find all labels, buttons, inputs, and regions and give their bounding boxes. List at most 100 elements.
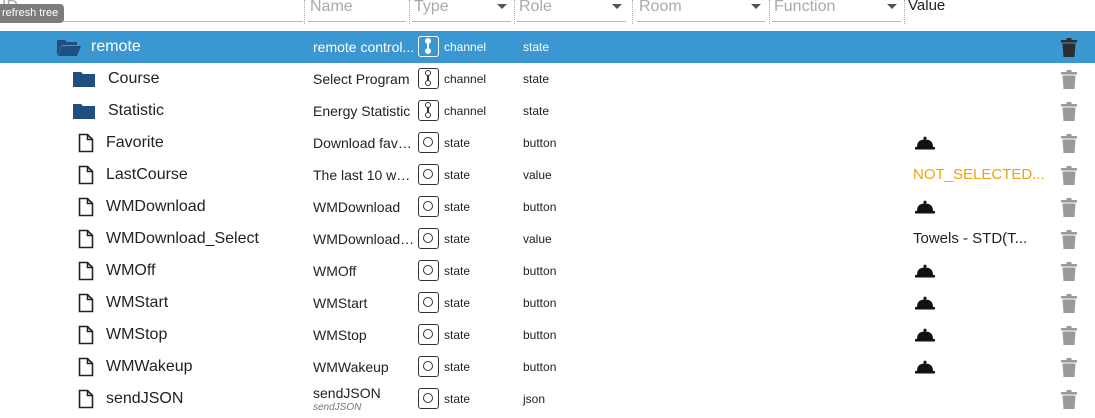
function-filter-placeholder: Function xyxy=(774,0,836,15)
tree-row-wmdownload-select[interactable]: WMDownload_Select WMDownload ... state valu… xyxy=(0,223,1095,255)
row-type: state xyxy=(444,200,471,214)
row-id: WMDownload xyxy=(106,198,206,215)
row-name: remote control... xyxy=(313,39,415,55)
column-divider[interactable] xyxy=(304,0,305,24)
row-id: WMStart xyxy=(106,294,169,311)
column-divider[interactable] xyxy=(769,0,770,24)
state-type-icon xyxy=(418,132,439,153)
row-name: Download favo... xyxy=(313,135,415,151)
type-filter-placeholder: Type xyxy=(414,0,449,15)
role-filter-select[interactable]: Role xyxy=(517,0,626,22)
file-icon[interactable] xyxy=(78,165,94,190)
room-filter-select[interactable]: Room xyxy=(637,0,765,22)
file-icon[interactable] xyxy=(78,389,94,414)
trash-icon[interactable] xyxy=(1061,230,1077,249)
state-type-icon xyxy=(418,260,439,281)
trash-icon[interactable] xyxy=(1061,294,1077,313)
trash-icon[interactable] xyxy=(1061,326,1077,345)
file-icon[interactable] xyxy=(78,261,94,286)
function-filter-select[interactable]: Function xyxy=(772,0,901,22)
row-id: LastCourse xyxy=(106,166,188,183)
row-role: button xyxy=(523,296,557,310)
room-filter-placeholder: Room xyxy=(639,0,682,15)
tree-row-wmstop[interactable]: WMStop WMStop state button xyxy=(0,319,1095,351)
row-role: button xyxy=(523,264,557,278)
folder-icon[interactable] xyxy=(72,70,96,93)
row-type: state xyxy=(444,328,471,342)
row-role: json xyxy=(523,392,546,406)
bell-icon[interactable] xyxy=(915,136,935,150)
row-type: state xyxy=(444,168,471,182)
folder-icon[interactable] xyxy=(72,102,96,125)
chevron-down-icon xyxy=(612,4,622,9)
row-type: channel xyxy=(444,40,487,54)
row-name: WMDownload ... xyxy=(313,231,415,247)
row-value[interactable]: NOT_SELECTED... xyxy=(913,166,1045,183)
row-type: state xyxy=(444,232,471,246)
column-divider[interactable] xyxy=(409,0,410,24)
file-icon[interactable] xyxy=(78,229,94,254)
row-type: state xyxy=(444,136,471,150)
column-divider[interactable] xyxy=(514,0,515,24)
tree-row-favorite[interactable]: Favorite Download favo... state button xyxy=(0,127,1095,159)
row-id: Course xyxy=(108,70,160,87)
trash-icon[interactable] xyxy=(1061,70,1077,89)
row-role: button xyxy=(523,360,557,374)
row-id: WMStop xyxy=(106,326,168,343)
bell-icon[interactable] xyxy=(915,296,935,310)
row-id: WMOff xyxy=(106,262,156,279)
tree-row-wmwakeup[interactable]: WMWakeup WMWakeup state button xyxy=(0,351,1095,383)
chevron-down-icon xyxy=(751,4,761,9)
bell-icon[interactable] xyxy=(915,200,935,214)
row-id: WMDownload_Select xyxy=(106,230,259,247)
trash-icon[interactable] xyxy=(1061,102,1077,121)
row-name: The last 10 was... xyxy=(313,167,415,183)
row-type: state xyxy=(444,264,471,278)
file-icon[interactable] xyxy=(78,325,94,350)
row-role: button xyxy=(523,200,557,214)
trash-icon[interactable] xyxy=(1061,358,1077,377)
bell-icon[interactable] xyxy=(915,328,935,342)
row-type: state xyxy=(444,360,471,374)
row-name: WMDownload xyxy=(313,199,401,215)
row-value[interactable]: Towels - STD(T... xyxy=(913,230,1027,247)
row-role: state xyxy=(523,72,550,86)
trash-icon[interactable] xyxy=(1061,134,1077,153)
file-icon[interactable] xyxy=(78,357,94,382)
folder-open-icon[interactable] xyxy=(56,37,82,62)
trash-icon[interactable] xyxy=(1061,166,1077,185)
tree-row-course[interactable]: Course Select Program channel state xyxy=(0,63,1095,95)
state-type-icon xyxy=(418,196,439,217)
column-divider[interactable] xyxy=(632,0,633,24)
tree-row-wmstart[interactable]: WMStart WMStart state button xyxy=(0,287,1095,319)
state-type-icon xyxy=(418,324,439,345)
trash-icon[interactable] xyxy=(1061,390,1077,409)
row-role: button xyxy=(523,328,557,342)
tree-row-sendjson[interactable]: sendJSON sendJSON sendJSON state json xyxy=(0,383,1095,415)
trash-icon[interactable] xyxy=(1061,198,1077,217)
bell-icon[interactable] xyxy=(915,360,935,374)
value-column-header: Value xyxy=(908,0,946,14)
row-subname: sendJSON xyxy=(313,402,362,413)
state-type-icon xyxy=(418,292,439,313)
channel-type-icon xyxy=(418,68,439,89)
row-name: WMWakeup xyxy=(313,359,389,375)
file-icon[interactable] xyxy=(78,133,94,158)
row-name: sendJSON xyxy=(313,385,381,401)
column-divider[interactable] xyxy=(904,0,905,24)
tree-row-statistic[interactable]: Statistic Energy Statistic channel state xyxy=(0,95,1095,127)
channel-type-icon xyxy=(418,36,439,57)
trash-icon[interactable] xyxy=(1061,38,1077,57)
file-icon[interactable] xyxy=(78,293,94,318)
row-type: state xyxy=(444,296,471,310)
file-icon[interactable] xyxy=(78,197,94,222)
tree-row-lastcourse[interactable]: LastCourse The last 10 was... state value NO… xyxy=(0,159,1095,191)
name-filter-input[interactable]: Name xyxy=(308,0,406,22)
row-role: state xyxy=(523,40,550,54)
tree-row-wmoff[interactable]: WMOff WMOff state button xyxy=(0,255,1095,287)
type-filter-select[interactable]: Type xyxy=(412,0,511,22)
bell-icon[interactable] xyxy=(915,264,935,278)
tree-row-wmdownload[interactable]: WMDownload WMDownload state button xyxy=(0,191,1095,223)
tree-row-remote[interactable]: remote remote control... channel state xyxy=(0,31,1095,63)
trash-icon[interactable] xyxy=(1061,262,1077,281)
